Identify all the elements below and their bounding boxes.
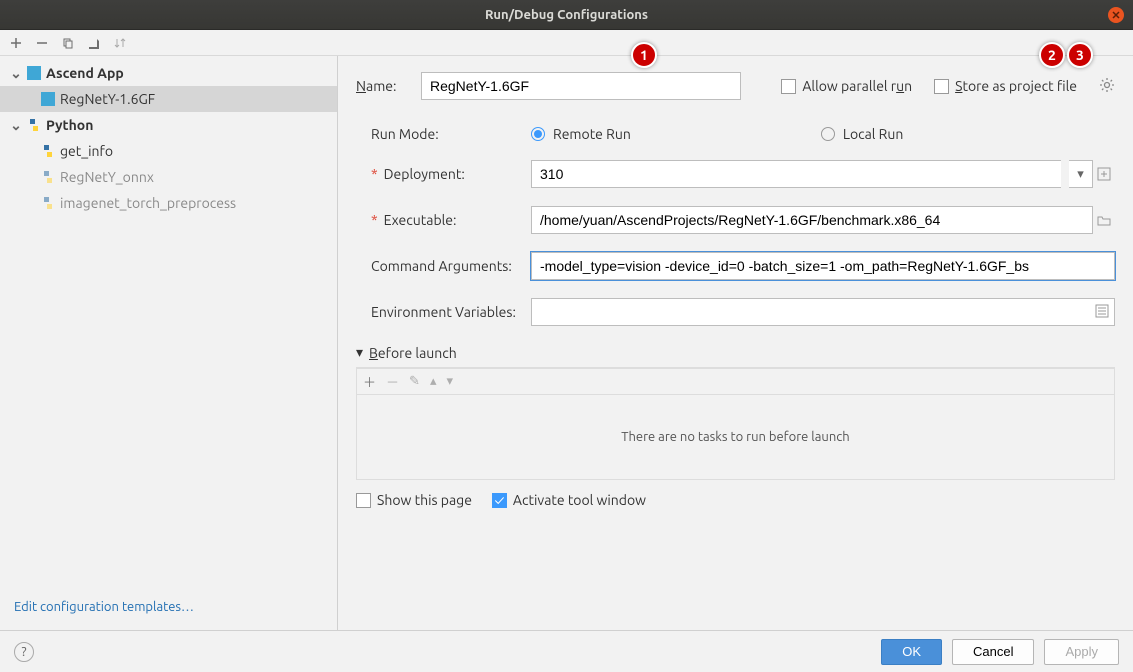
add-task-icon[interactable]: ＋	[363, 372, 376, 391]
tree-item-label: get_info	[60, 143, 113, 159]
name-input[interactable]	[421, 72, 741, 100]
tree-item-label: RegNetY-1.6GF	[60, 91, 155, 107]
env-vars-label: Environment Variables:	[371, 304, 531, 320]
remove-config-icon[interactable]	[34, 35, 50, 51]
python-icon	[26, 117, 42, 133]
apply-button[interactable]: Apply	[1044, 639, 1119, 665]
allow-parallel-checkbox[interactable]: Allow parallel run	[781, 78, 912, 94]
store-project-label: Store as project file	[955, 78, 1077, 94]
copy-config-icon[interactable]	[60, 35, 76, 51]
store-project-checkbox[interactable]: Store as project file	[934, 78, 1077, 94]
before-launch-header[interactable]: ▾ Before launch	[356, 344, 1115, 368]
titlebar: Run/Debug Configurations	[0, 0, 1133, 30]
ascend-icon	[40, 91, 56, 107]
add-config-icon[interactable]	[8, 35, 24, 51]
before-launch-empty: There are no tasks to run before launch	[356, 394, 1115, 480]
config-toolbar	[0, 30, 1133, 56]
python-icon	[40, 143, 56, 159]
dropdown-icon[interactable]: ▾	[1069, 160, 1093, 188]
radio-icon	[531, 127, 545, 141]
before-launch-label: Before launch	[369, 345, 457, 361]
tree-item-label: RegNetY_onnx	[60, 169, 154, 185]
show-this-page-label: Show this page	[377, 492, 472, 508]
before-launch-section: ▾ Before launch ＋ － ✎ ▴ ▾ There are no t…	[356, 344, 1115, 508]
tree-item-regnety-onnx[interactable]: RegNetY_onnx	[0, 164, 337, 190]
sidebar-footer: Edit configuration templates…	[0, 588, 337, 630]
config-sidebar: ⌄ Ascend App RegNetY-1.6GF ⌄ Python get_…	[0, 56, 338, 630]
chevron-down-icon: ⌄	[10, 65, 22, 82]
activate-tool-checkbox[interactable]: ✓ Activate tool window	[492, 492, 646, 508]
window-title: Run/Debug Configurations	[485, 8, 648, 22]
annotation-marker-1: 1	[631, 42, 657, 68]
deployment-row: Deployment: ▾ 2	[371, 160, 1115, 188]
checkbox-icon	[781, 79, 796, 94]
config-tree[interactable]: ⌄ Ascend App RegNetY-1.6GF ⌄ Python get_…	[0, 56, 337, 588]
activate-tool-label: Activate tool window	[513, 492, 646, 508]
radio-icon	[821, 127, 835, 141]
cancel-button[interactable]: Cancel	[952, 639, 1034, 665]
folder-icon[interactable]	[1093, 209, 1115, 231]
tree-item-regnety[interactable]: RegNetY-1.6GF	[0, 86, 337, 112]
tree-item-imagenet[interactable]: imagenet_torch_preprocess	[0, 190, 337, 216]
allow-parallel-label: Allow parallel run	[802, 78, 912, 94]
list-icon[interactable]	[1095, 304, 1109, 321]
python-icon	[40, 169, 56, 185]
cmd-args-row: Command Arguments: 4	[371, 252, 1115, 280]
tree-group-ascend[interactable]: ⌄ Ascend App	[0, 60, 337, 86]
executable-row: Executable: 3	[371, 206, 1115, 234]
chevron-down-icon: ▾	[356, 344, 363, 361]
show-this-page-checkbox[interactable]: Show this page	[356, 492, 472, 508]
chevron-down-icon: ⌄	[10, 117, 22, 134]
tree-item-getinfo[interactable]: get_info	[0, 138, 337, 164]
cmd-args-label: Command Arguments:	[371, 258, 531, 274]
annotation-marker-3: 3	[1067, 42, 1093, 68]
deployment-input[interactable]	[531, 160, 1061, 188]
tree-group-python[interactable]: ⌄ Python	[0, 112, 337, 138]
checkbox-icon: ✓	[492, 493, 507, 508]
local-run-label: Local Run	[843, 126, 904, 142]
cmd-args-input[interactable]	[531, 252, 1115, 280]
executable-input[interactable]	[531, 206, 1093, 234]
env-vars-input[interactable]	[531, 298, 1115, 326]
edit-task-icon[interactable]: ✎	[409, 374, 420, 389]
run-mode-label: Run Mode:	[371, 126, 531, 142]
tree-item-label: imagenet_torch_preprocess	[60, 195, 236, 211]
bottom-bar: ? OK Cancel Apply	[0, 630, 1133, 672]
deployment-label: Deployment:	[371, 166, 531, 182]
window-close-button[interactable]	[1108, 7, 1124, 23]
name-row: Name: Allow parallel run Store as projec…	[356, 72, 1115, 100]
before-launch-toolbar: ＋ － ✎ ▴ ▾	[356, 368, 1115, 394]
name-label: Name:	[356, 78, 421, 94]
ok-button[interactable]: OK	[881, 639, 942, 665]
ascend-icon	[26, 65, 42, 81]
tree-group-label: Python	[46, 117, 93, 133]
annotation-marker-2: 2	[1039, 42, 1065, 68]
edit-templates-link[interactable]: Edit configuration templates…	[14, 600, 194, 614]
run-mode-row: Run Mode: Remote Run Local Run 1	[371, 126, 1115, 142]
remote-run-label: Remote Run	[553, 126, 631, 142]
checkbox-icon	[934, 79, 949, 94]
env-vars-row: Environment Variables:	[371, 298, 1115, 326]
move-up-icon[interactable]: ▴	[430, 374, 437, 389]
config-content: Name: Allow parallel run Store as projec…	[338, 56, 1133, 630]
expand-icon[interactable]	[1093, 163, 1115, 185]
checkbox-icon	[356, 493, 371, 508]
move-down-icon[interactable]: ▾	[446, 374, 453, 389]
remove-task-icon[interactable]: －	[386, 372, 399, 391]
remote-run-radio[interactable]: Remote Run	[531, 126, 631, 142]
tree-group-label: Ascend App	[46, 65, 124, 81]
save-config-icon[interactable]	[86, 35, 102, 51]
local-run-radio[interactable]: Local Run	[821, 126, 904, 142]
help-icon[interactable]: ?	[14, 642, 34, 662]
gear-icon[interactable]	[1099, 77, 1115, 96]
python-icon	[40, 195, 56, 211]
sort-config-icon[interactable]	[112, 35, 128, 51]
executable-label: Executable:	[371, 212, 531, 228]
